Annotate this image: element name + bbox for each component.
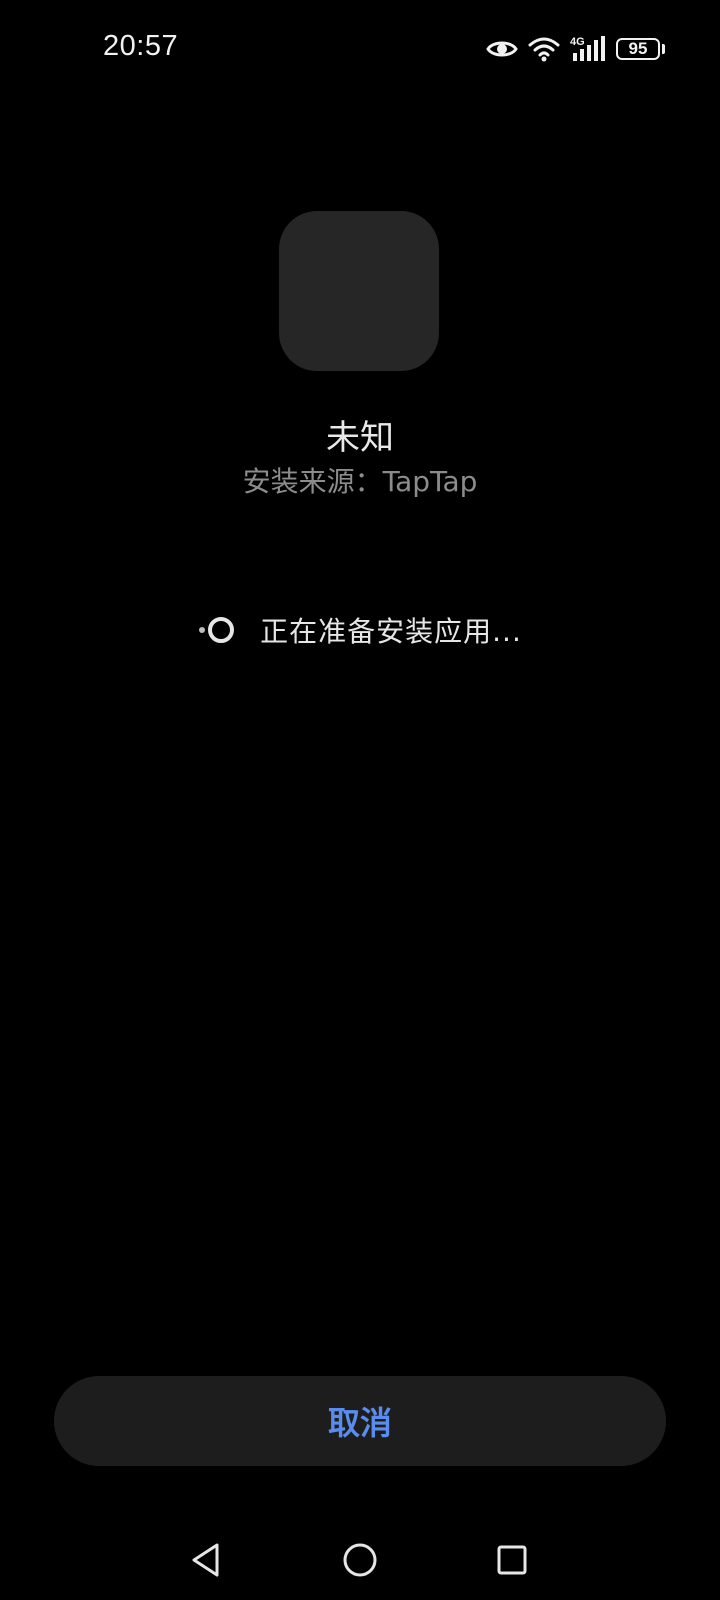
- battery-level: 95: [616, 38, 660, 60]
- status-bar: 20:57 4G 95: [0, 0, 720, 100]
- cancel-label: 取消: [327, 1404, 392, 1442]
- install-source: 安装来源：TapTap: [242, 465, 478, 498]
- battery-tip: [662, 44, 665, 54]
- network-label: 4G: [570, 36, 585, 48]
- eye-icon: [486, 41, 518, 57]
- back-button[interactable]: [184, 1538, 228, 1582]
- progress-row: 正在准备安装应用...: [0, 608, 720, 652]
- cancel-button[interactable]: 取消: [54, 1376, 666, 1466]
- battery-icon: 95: [616, 37, 668, 61]
- recents-icon: [497, 1545, 527, 1575]
- back-icon: [192, 1543, 219, 1577]
- progress-text: 正在准备安装应用...: [260, 615, 522, 648]
- status-time: 20:57: [103, 30, 179, 62]
- cellular-4g-icon: 4G: [570, 36, 605, 61]
- wifi-icon: [528, 37, 560, 62]
- recents-button[interactable]: [490, 1538, 534, 1582]
- app-name: 未知: [326, 418, 394, 458]
- navigation-bar: [0, 1520, 720, 1600]
- loading-spinner-icon: [199, 617, 235, 643]
- home-icon: [343, 1543, 377, 1577]
- home-button[interactable]: [338, 1538, 382, 1582]
- app-icon-placeholder: [279, 211, 439, 371]
- status-icons: 4G 95: [486, 32, 668, 66]
